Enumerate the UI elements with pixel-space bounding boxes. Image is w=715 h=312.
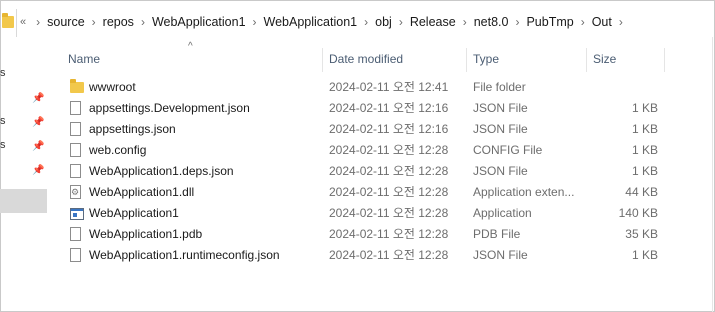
file-name: WebApplication1 xyxy=(89,206,179,220)
address-bar[interactable]: « › source › repos › WebApplication1 › W… xyxy=(0,9,715,37)
file-date: 2024-02-11 오전 12:28 xyxy=(329,185,449,199)
breadcrumb-overflow-icon[interactable]: « xyxy=(20,16,26,28)
file-name: WebApplication1.deps.json xyxy=(89,164,234,178)
column-header-row: ^ Name Date modified Type Size xyxy=(60,41,715,72)
file-row[interactable]: WebApplication1.dll 2024-02-11 오전 12:28 … xyxy=(60,182,715,203)
file-icon xyxy=(70,248,81,262)
file-list: wwwroot 2024-02-11 오전 12:41 File folder … xyxy=(60,77,715,266)
file-row[interactable]: wwwroot 2024-02-11 오전 12:41 File folder xyxy=(60,77,715,98)
app-icon xyxy=(70,208,84,220)
navigation-pane: s 📌 s 📌 s 📌 📌 xyxy=(0,37,48,312)
file-row[interactable]: WebApplication1 2024-02-11 오전 12:28 Appl… xyxy=(60,203,715,224)
file-size: 1 KB xyxy=(631,248,658,262)
chevron-right-icon[interactable]: › xyxy=(581,15,585,29)
breadcrumb-item[interactable]: source xyxy=(46,15,86,29)
nav-item-fragment[interactable]: s xyxy=(0,115,6,127)
file-date: 2024-02-11 오전 12:41 xyxy=(329,80,449,94)
breadcrumb-item[interactable]: WebApplication1 xyxy=(151,15,247,29)
file-size: 35 KB xyxy=(625,227,658,241)
file-icon xyxy=(70,164,81,178)
breadcrumb-item[interactable]: WebApplication1 xyxy=(263,15,359,29)
sort-ascending-icon: ^ xyxy=(188,41,193,52)
chevron-right-icon: › xyxy=(36,15,41,29)
file-row[interactable]: web.config 2024-02-11 오전 12:28 CONFIG Fi… xyxy=(60,140,715,161)
gear-file-icon xyxy=(70,182,81,203)
file-date: 2024-02-11 오전 12:28 xyxy=(329,227,449,241)
pin-icon: 📌 xyxy=(32,141,45,152)
chevron-right-icon[interactable]: › xyxy=(515,15,519,29)
column-header-date[interactable]: Date modified xyxy=(329,46,403,72)
file-row[interactable]: appsettings.json 2024-02-11 오전 12:16 JSO… xyxy=(60,119,715,140)
file-size: 1 KB xyxy=(631,122,658,136)
file-date: 2024-02-11 오전 12:28 xyxy=(329,248,449,262)
file-name: appsettings.json xyxy=(89,122,176,136)
file-date: 2024-02-11 오전 12:28 xyxy=(329,206,449,220)
file-type: PDB File xyxy=(473,227,521,241)
file-date: 2024-02-11 오전 12:16 xyxy=(329,122,449,136)
file-name: WebApplication1.pdb xyxy=(89,227,203,241)
nav-item-fragment[interactable]: s xyxy=(0,67,6,79)
file-size: 1 KB xyxy=(631,164,658,178)
pin-icon: 📌 xyxy=(32,165,45,176)
chevron-right-icon[interactable]: › xyxy=(399,15,403,29)
file-type: JSON File xyxy=(473,164,528,178)
column-header-type[interactable]: Type xyxy=(473,46,499,72)
breadcrumb-item[interactable]: net8.0 xyxy=(473,15,510,29)
file-name: wwwroot xyxy=(89,80,136,94)
nav-item-fragment[interactable]: s xyxy=(0,139,6,151)
breadcrumb: « › source › repos › WebApplication1 › W… xyxy=(20,15,629,29)
chevron-right-icon[interactable]: › xyxy=(463,15,467,29)
breadcrumb-item[interactable]: repos xyxy=(102,15,135,29)
file-size: 140 KB xyxy=(618,206,658,220)
chevron-right-icon[interactable]: › xyxy=(141,15,145,29)
pin-icon: 📌 xyxy=(32,93,45,104)
file-name: appsettings.Development.json xyxy=(89,101,250,115)
column-divider[interactable] xyxy=(466,48,467,72)
file-row[interactable]: WebApplication1.deps.json 2024-02-11 오전 … xyxy=(60,161,715,182)
breadcrumb-item[interactable]: Release xyxy=(409,15,457,29)
file-row[interactable]: appsettings.Development.json 2024-02-11 … xyxy=(60,98,715,119)
chevron-right-icon[interactable]: › xyxy=(92,15,96,29)
column-header-size[interactable]: Size xyxy=(593,46,616,72)
file-icon xyxy=(70,227,81,241)
file-type: JSON File xyxy=(473,248,528,262)
file-name: web.config xyxy=(89,143,147,157)
breadcrumb-item[interactable]: obj xyxy=(374,15,393,29)
file-type: JSON File xyxy=(473,101,528,115)
column-divider[interactable] xyxy=(664,48,665,72)
chevron-right-icon[interactable]: › xyxy=(619,15,623,29)
file-name: WebApplication1.dll xyxy=(89,185,195,199)
nav-item-selected[interactable] xyxy=(0,189,47,213)
file-size: 44 KB xyxy=(625,185,658,199)
file-name: WebApplication1.runtimeconfig.json xyxy=(89,248,280,262)
file-size: 1 KB xyxy=(631,101,658,115)
column-divider[interactable] xyxy=(322,48,323,72)
file-size: 1 KB xyxy=(631,143,658,157)
file-date: 2024-02-11 오전 12:28 xyxy=(329,164,449,178)
file-type: JSON File xyxy=(473,122,528,136)
breadcrumb-item[interactable]: PubTmp xyxy=(525,15,574,29)
file-icon xyxy=(70,122,81,136)
column-divider[interactable] xyxy=(586,48,587,72)
column-header-name[interactable]: Name xyxy=(68,46,100,72)
chevron-right-icon[interactable]: › xyxy=(364,15,368,29)
file-type: Application xyxy=(473,206,532,220)
file-row[interactable]: WebApplication1.pdb 2024-02-11 오전 12:28 … xyxy=(60,224,715,245)
divider xyxy=(16,9,17,37)
file-date: 2024-02-11 오전 12:28 xyxy=(329,143,449,157)
chevron-right-icon[interactable]: › xyxy=(253,15,257,29)
file-date: 2024-02-11 오전 12:16 xyxy=(329,101,449,115)
breadcrumb-item[interactable]: Out xyxy=(591,15,613,29)
file-row[interactable]: WebApplication1.runtimeconfig.json 2024-… xyxy=(60,245,715,266)
folder-icon xyxy=(2,13,14,28)
file-type: Application exten... xyxy=(473,185,575,199)
file-type: CONFIG File xyxy=(473,143,543,157)
file-type: File folder xyxy=(473,80,526,94)
pin-icon: 📌 xyxy=(32,117,45,128)
folder-icon xyxy=(70,79,84,93)
window-edge xyxy=(712,37,713,312)
file-icon xyxy=(70,101,81,115)
file-icon xyxy=(70,143,81,157)
